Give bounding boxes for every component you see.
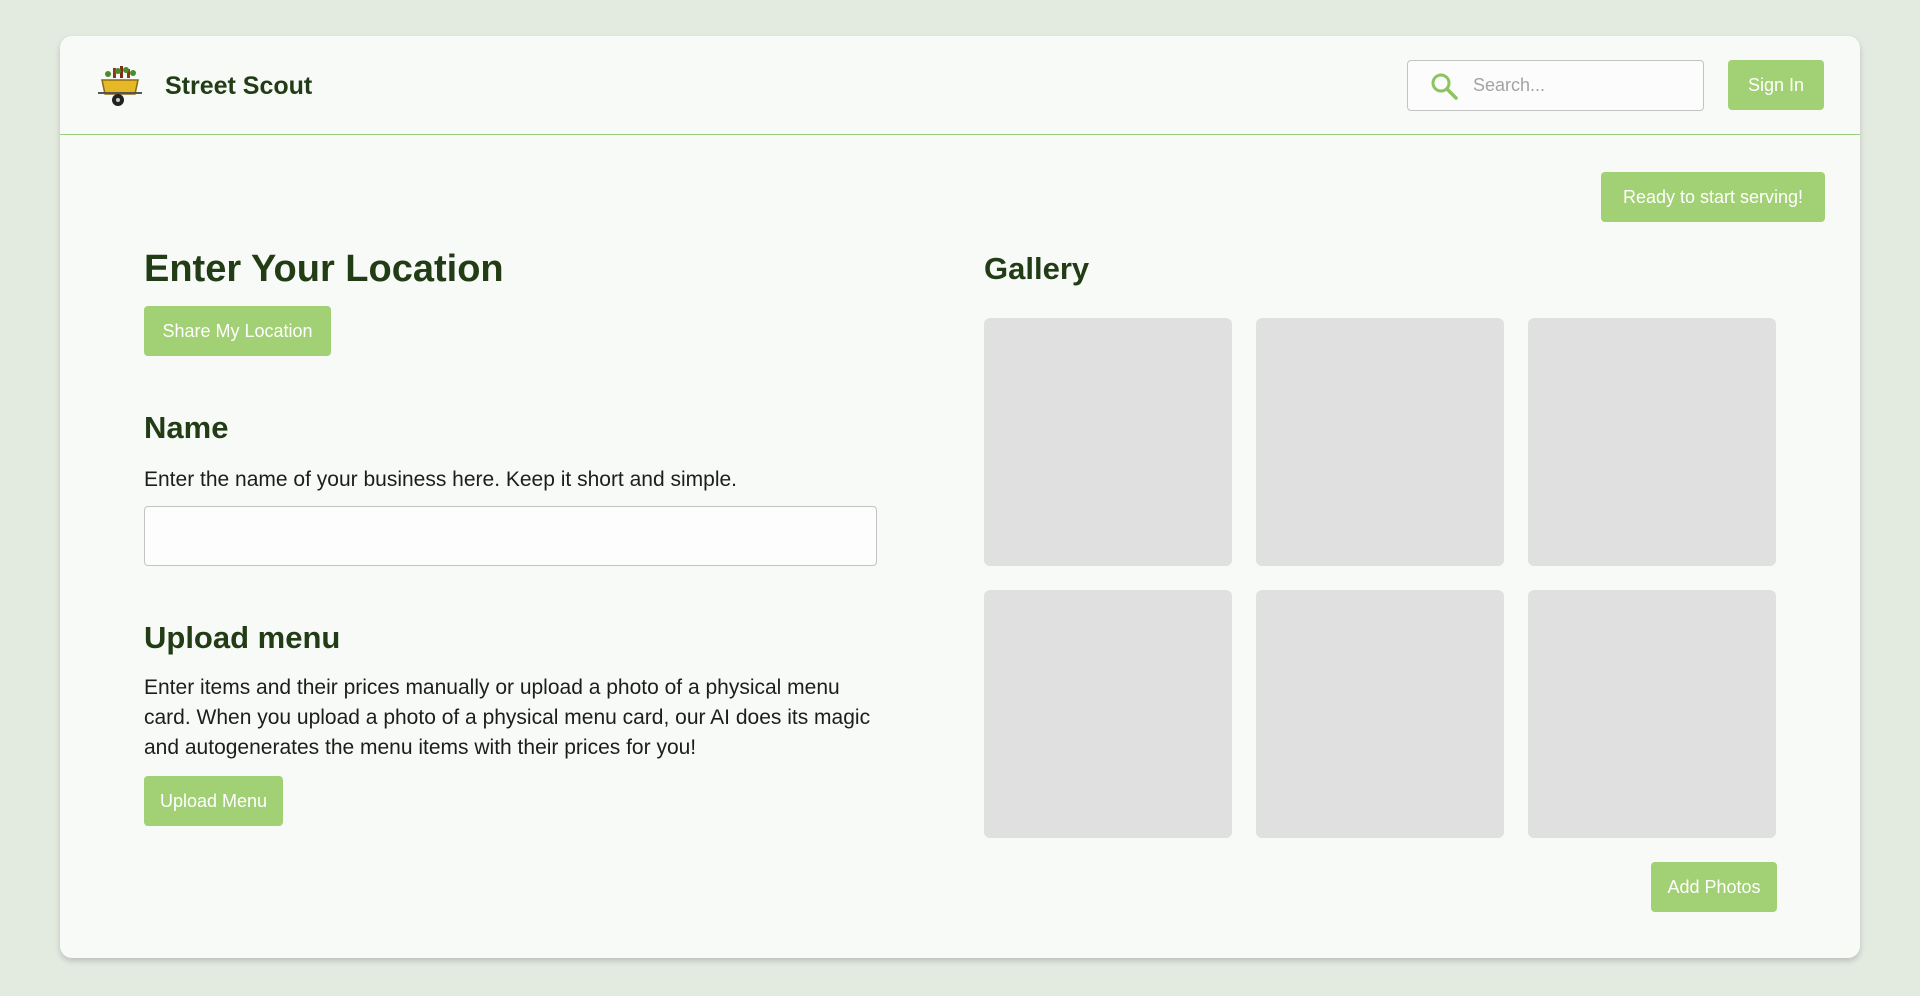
gallery-grid (984, 318, 1777, 839)
name-description: Enter the name of your business here. Ke… (144, 468, 737, 491)
gallery-photo-placeholder[interactable] (984, 590, 1232, 838)
gallery-photo-placeholder[interactable] (984, 318, 1232, 566)
search-box[interactable] (1407, 60, 1704, 111)
name-heading: Name (144, 410, 229, 445)
gallery-heading: Gallery (984, 251, 1090, 286)
gallery-photo-placeholder[interactable] (1528, 318, 1776, 566)
top-navbar: Street Scout Sign In (60, 36, 1860, 135)
food-cart-logo-icon (98, 66, 142, 106)
upload-menu-button[interactable]: Upload Menu (144, 776, 283, 826)
search-input[interactable] (1473, 61, 1693, 110)
ready-to-serve-button[interactable]: Ready to start serving! (1601, 172, 1825, 222)
app-card: Street Scout Sign In Ready to start serv… (60, 36, 1860, 958)
gallery-photo-placeholder[interactable] (1256, 590, 1504, 838)
upload-menu-description: Enter items and their prices manually or… (144, 676, 871, 759)
sign-in-button[interactable]: Sign In (1728, 60, 1824, 110)
brand-name: Street Scout (165, 72, 313, 100)
location-heading: Enter Your Location (144, 248, 504, 290)
add-photos-button[interactable]: Add Photos (1651, 862, 1777, 912)
gallery-photo-placeholder[interactable] (1528, 590, 1776, 838)
business-name-input[interactable] (144, 506, 877, 566)
upload-menu-heading: Upload menu (144, 620, 341, 655)
share-location-button[interactable]: Share My Location (144, 306, 331, 356)
search-icon (1431, 73, 1458, 100)
gallery-photo-placeholder[interactable] (1256, 318, 1504, 566)
